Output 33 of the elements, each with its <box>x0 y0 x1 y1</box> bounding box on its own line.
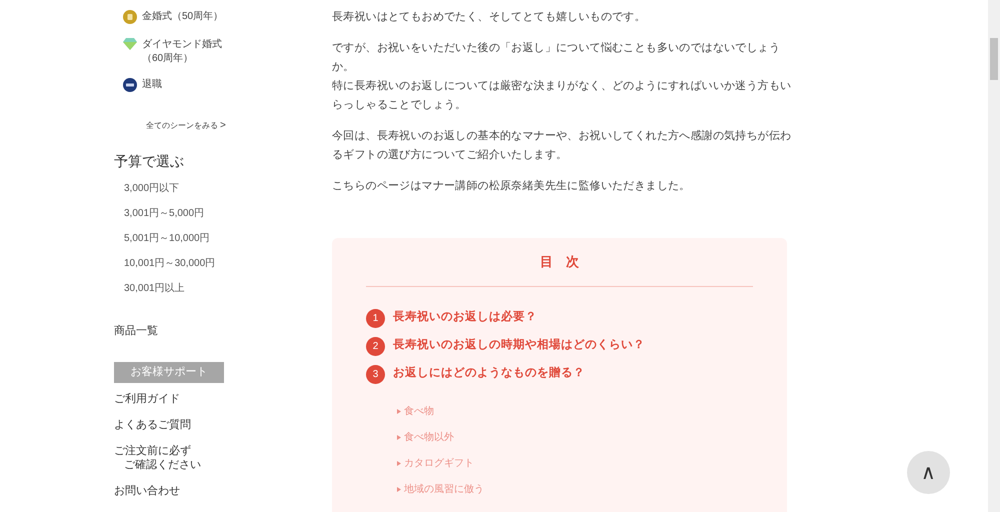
toc-title: 目 次 <box>539 253 580 271</box>
budget-link[interactable]: 3,000円以下 <box>124 176 332 201</box>
badge-icon <box>123 78 137 92</box>
support-link[interactable]: ご利用ガイド <box>114 392 332 406</box>
all-scenes-link[interactable]: 全てのシーンをみる > <box>146 118 332 133</box>
article-paragraph: 長寿祝いはとてもおめでたく、そしてとても嬉しいものです。 <box>332 10 646 25</box>
article-paragraph: 今回は、長寿祝いのお返しの基本的なマナーや、お祝いしてくれた方へ感謝の気持ちが伝わ るギフトの選び方についてご紹介いたします。 <box>332 128 792 163</box>
scrollbar[interactable] <box>988 0 1000 512</box>
products-link[interactable]: 商品一覧 <box>114 323 332 340</box>
back-to-top-button[interactable]: ∧ <box>907 451 950 494</box>
support-link[interactable]: ご注文前に必ず ご確認ください <box>114 444 332 472</box>
article-paragraph: こちらのページはマナー講師の松原奈緒美先生に監修いただきました。 <box>332 178 690 194</box>
bullet-icon <box>397 409 401 414</box>
scene-link[interactable]: 金婚式（50周年） <box>142 10 232 24</box>
diamond-icon <box>123 38 137 50</box>
bullet-icon <box>397 461 401 466</box>
medal-icon <box>123 10 137 24</box>
budget-link[interactable]: 5,001円～10,000円 <box>124 226 332 251</box>
scene-link[interactable]: ダイヤモンド婚式（60周年） <box>142 38 232 66</box>
budget-heading: 予算で選ぶ <box>114 152 185 171</box>
article-paragraph: ですが、お祝いをいただいた後の「お返し」について悩むことも多いのではないでしょう か。 特に長寿祝いのお返しについては厳密な決まりがなく、どのようにすればいいか迷う方もい らっしゃることでしょう。 <box>332 41 792 113</box>
support-heading: お客様サポート <box>114 362 224 382</box>
toc-link[interactable]: 3 お返しにはどのようなものを贈る？ <box>366 364 753 384</box>
budget-link[interactable]: 30,001円以上 <box>124 276 332 301</box>
bullet-icon <box>397 435 401 440</box>
support-link[interactable]: お問い合わせ <box>114 484 332 498</box>
scene-link[interactable]: 退職 <box>142 78 232 92</box>
support-link[interactable]: よくあるご質問 <box>114 418 332 432</box>
bullet-icon <box>397 487 401 492</box>
toc-link[interactable]: 2 長寿祝いのお返しの時期や相場はどのくらい？ <box>366 336 753 356</box>
budget-link[interactable]: 10,001円～30,000円 <box>124 251 332 276</box>
budget-link[interactable]: 3,001円～5,000円 <box>124 201 332 226</box>
toc-link[interactable]: 1 長寿祝いのお返しは必要？ <box>366 308 753 328</box>
